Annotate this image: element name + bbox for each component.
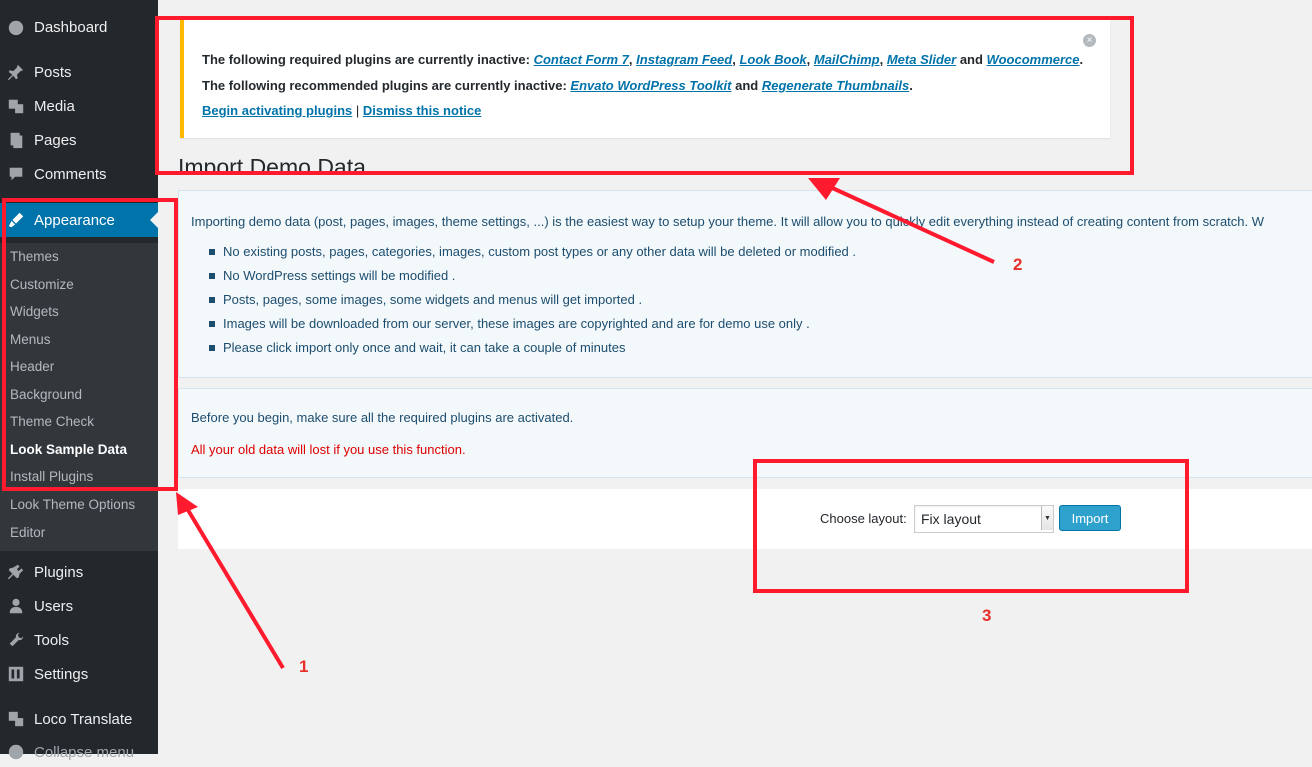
menu-label: Plugins xyxy=(34,563,84,581)
menu-label: Posts xyxy=(34,63,72,81)
menu-collapse[interactable]: Collapse menu xyxy=(0,737,158,767)
menu-label: Pages xyxy=(34,131,77,149)
menu-posts[interactable]: Posts xyxy=(0,57,158,87)
list-item: Images will be downloaded from our serve… xyxy=(209,316,856,340)
menu-plugins[interactable]: Plugins xyxy=(0,557,158,587)
user-icon xyxy=(6,596,26,616)
menu-comments[interactable]: Comments xyxy=(0,159,158,189)
before-text: Before you begin, make sure all the requ… xyxy=(191,410,574,425)
pin-icon xyxy=(6,62,26,82)
translate-icon xyxy=(6,709,26,729)
annotation-number-3: 3 xyxy=(982,606,992,625)
plugin-icon xyxy=(6,562,26,582)
menu-users[interactable]: Users xyxy=(0,591,158,621)
list-item: No WordPress settings will be modified . xyxy=(209,268,856,292)
menu-label: Collapse menu xyxy=(34,743,135,761)
intro-text: Importing demo data (post, pages, images… xyxy=(191,214,1265,229)
submenu-look-theme-options[interactable]: Look Theme Options xyxy=(10,497,135,512)
menu-tools[interactable]: Tools xyxy=(0,625,158,655)
pages-icon xyxy=(6,130,26,150)
menu-dashboard[interactable]: Dashboard xyxy=(0,12,158,42)
collapse-icon xyxy=(6,742,26,762)
submenu-editor[interactable]: Editor xyxy=(10,525,45,540)
menu-pages[interactable]: Pages xyxy=(0,125,158,155)
comment-icon xyxy=(6,164,26,184)
wrench-icon xyxy=(6,630,26,650)
settings-icon xyxy=(6,664,26,684)
dashboard-icon xyxy=(6,17,26,37)
menu-label: Comments xyxy=(34,165,107,183)
list-item: Please click import only once and wait, … xyxy=(209,340,856,364)
menu-label: Loco Translate xyxy=(34,710,133,728)
import-info-box: Importing demo data (post, pages, images… xyxy=(178,190,1312,378)
list-item: No existing posts, pages, categories, im… xyxy=(209,244,856,268)
annotation-number-1: 1 xyxy=(299,657,309,676)
menu-label: Settings xyxy=(34,665,89,683)
media-icon xyxy=(6,96,26,116)
menu-label: Tools xyxy=(34,631,70,649)
menu-label: Dashboard xyxy=(34,18,108,36)
menu-label: Media xyxy=(34,97,75,115)
list-item: Posts, pages, some images, some widgets … xyxy=(209,292,856,316)
menu-loco-translate[interactable]: Loco Translate xyxy=(0,704,158,734)
info-list: No existing posts, pages, categories, im… xyxy=(209,244,856,364)
annotation-box-sidebar xyxy=(2,198,178,491)
menu-media[interactable]: Media xyxy=(0,91,158,121)
warning-text: All your old data will lost if you use t… xyxy=(191,442,466,457)
menu-label: Users xyxy=(34,597,74,615)
annotation-number-2: 2 xyxy=(1013,255,1023,274)
annotation-box-import xyxy=(753,459,1189,593)
menu-settings[interactable]: Settings xyxy=(0,659,158,689)
annotation-box-notice xyxy=(155,16,1134,175)
